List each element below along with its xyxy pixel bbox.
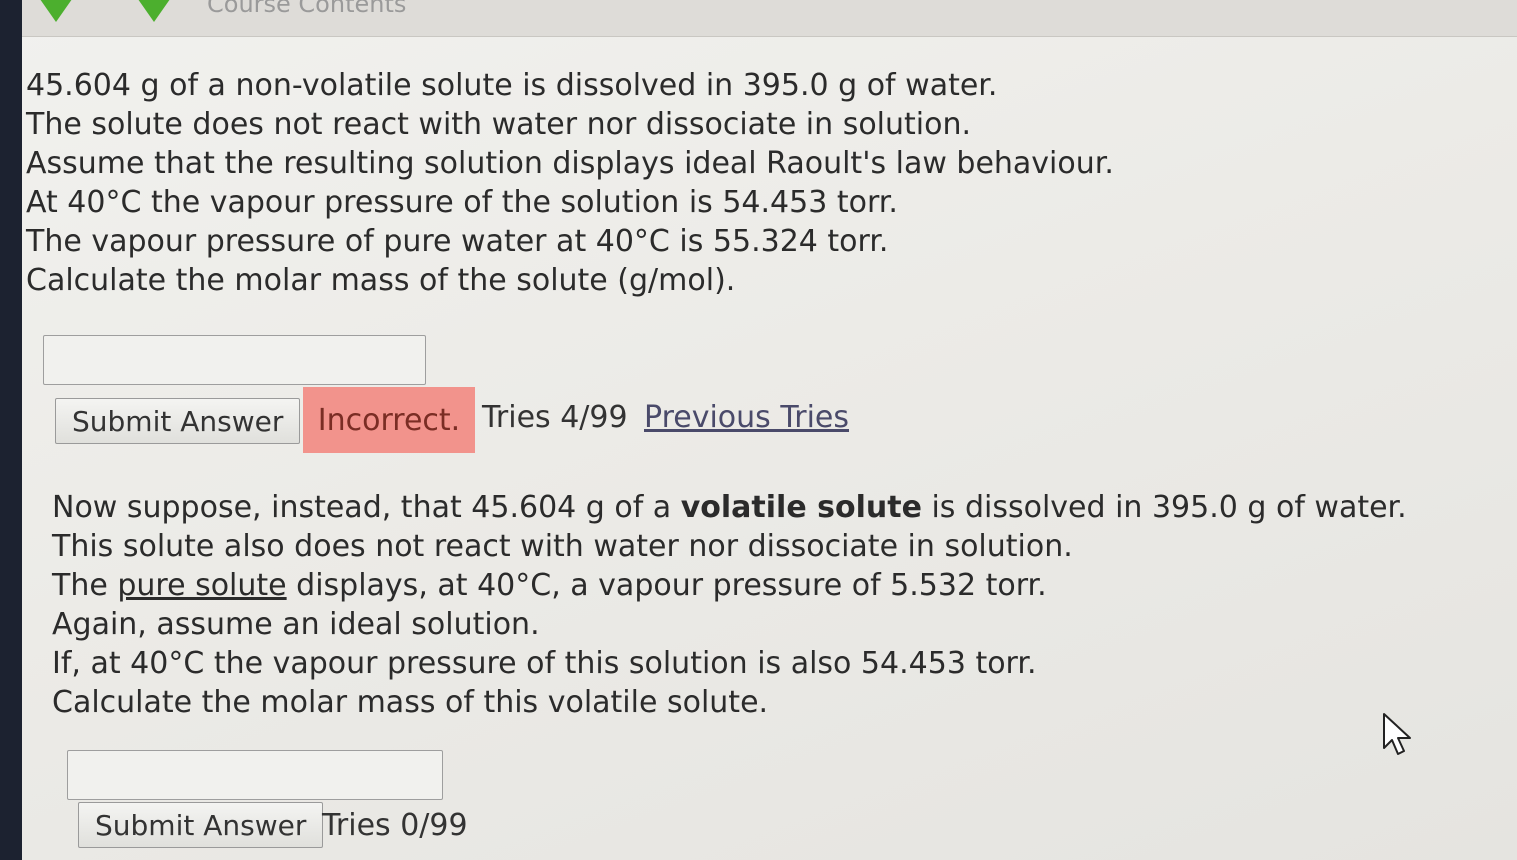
problem-part-1: 45.604 g of a non-volatile solute is dis… bbox=[26, 66, 1496, 300]
mouse-pointer-icon bbox=[1383, 713, 1411, 755]
problem-line: Calculate the molar mass of the solute (… bbox=[26, 263, 736, 298]
problem-line: Now suppose, instead, that 45.604 g of a… bbox=[52, 488, 1517, 527]
underlined-term: pure solute bbox=[117, 568, 287, 603]
text-segment: is dissolved in 395.0 g of water. bbox=[921, 490, 1407, 525]
tries-counter-2: Tries 0/99 bbox=[322, 808, 468, 843]
problem-line: The solute does not react with water nor… bbox=[26, 107, 972, 142]
top-nav-bar: Course Contents bbox=[22, 0, 1517, 37]
text-segment: displays, at 40°C, a vapour pressure of … bbox=[286, 568, 1047, 603]
submit-answer-button-1[interactable]: Submit Answer bbox=[55, 398, 301, 444]
text-segment: The bbox=[52, 568, 118, 603]
problem-line: At 40°C the vapour pressure of the solut… bbox=[26, 185, 898, 220]
back-arrow-icon[interactable] bbox=[28, 0, 84, 22]
course-contents-link[interactable]: Course Contents bbox=[207, 0, 406, 18]
problem-line: Calculate the molar mass of this volatil… bbox=[52, 685, 769, 720]
tries-counter-1: Tries 4/99 bbox=[482, 400, 628, 435]
problem-line: The vapour pressure of pure water at 40°… bbox=[26, 224, 889, 259]
bold-term: volatile solute bbox=[680, 490, 922, 525]
text-segment: Now suppose, instead, that 45.604 g of a bbox=[52, 490, 681, 525]
problem-line: 45.604 g of a non-volatile solute is dis… bbox=[26, 68, 998, 103]
problem-line: The pure solute displays, at 40°C, a vap… bbox=[52, 566, 1517, 605]
problem-line: Assume that the resulting solution displ… bbox=[26, 146, 1114, 181]
previous-tries-link[interactable]: Previous Tries bbox=[644, 400, 849, 435]
status-badge: Incorrect. bbox=[303, 387, 475, 453]
problem-line: If, at 40°C the vapour pressure of this … bbox=[52, 646, 1037, 681]
problem-line: Again, assume an ideal solution. bbox=[52, 607, 540, 642]
answer-input-1[interactable] bbox=[43, 335, 426, 385]
problem-part-2: Now suppose, instead, that 45.604 g of a… bbox=[52, 488, 1517, 722]
problem-line: This solute also does not react with wat… bbox=[52, 529, 1073, 564]
screen: Course Contents 45.604 g of a non-volati… bbox=[22, 0, 1517, 860]
answer-input-2[interactable] bbox=[67, 750, 443, 800]
forward-arrow-icon[interactable] bbox=[126, 0, 182, 22]
submit-answer-button-2[interactable]: Submit Answer bbox=[78, 802, 324, 848]
